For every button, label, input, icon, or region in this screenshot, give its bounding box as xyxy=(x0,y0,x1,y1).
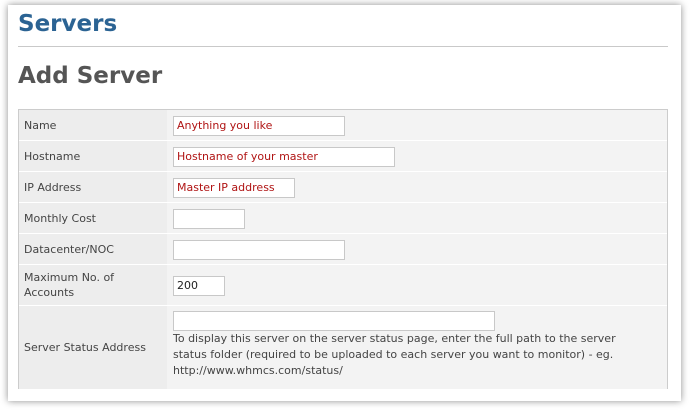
datacenter-field-cell xyxy=(167,234,667,264)
ip-address-label: IP Address xyxy=(19,172,167,202)
monthly-cost-input[interactable] xyxy=(173,209,245,229)
ip-address-field-cell: Master IP address xyxy=(167,172,667,202)
hostname-label: Hostname xyxy=(19,141,167,171)
status-address-field-cell: To display this server on the server sta… xyxy=(167,306,667,389)
form-row-hostname: Hostname Hostname of your master xyxy=(19,141,667,172)
hostname-field-cell: Hostname of your master xyxy=(167,141,667,171)
form-row-monthly-cost: Monthly Cost xyxy=(19,203,667,234)
status-address-input[interactable] xyxy=(173,311,495,331)
datacenter-label: Datacenter/NOC xyxy=(19,234,167,264)
form-row-name: Name Anything you like xyxy=(19,110,667,141)
section-title: Servers xyxy=(18,11,118,37)
max-accounts-input[interactable]: 200 xyxy=(173,276,225,296)
divider xyxy=(18,46,668,47)
max-accounts-label: Maximum No. of Accounts xyxy=(19,265,167,305)
hostname-input[interactable]: Hostname of your master xyxy=(173,147,395,167)
add-server-form: Name Anything you like Hostname Hostname… xyxy=(18,109,668,389)
name-label: Name xyxy=(19,110,167,140)
form-row-max-accounts: Maximum No. of Accounts 200 xyxy=(19,265,667,306)
datacenter-input[interactable] xyxy=(173,240,345,260)
status-address-label: Server Status Address xyxy=(19,306,167,389)
form-row-datacenter: Datacenter/NOC xyxy=(19,234,667,265)
name-input[interactable]: Anything you like xyxy=(173,116,345,136)
status-address-help-text: To display this server on the server sta… xyxy=(173,332,616,377)
form-row-ip-address: IP Address Master IP address xyxy=(19,172,667,203)
max-accounts-field-cell: 200 xyxy=(167,265,667,305)
monthly-cost-label: Monthly Cost xyxy=(19,203,167,233)
page-title: Add Server xyxy=(18,63,163,89)
form-row-status-address: Server Status Address To display this se… xyxy=(19,306,667,389)
monthly-cost-field-cell xyxy=(167,203,667,233)
window: Servers Add Server Name Anything you lik… xyxy=(8,5,681,401)
ip-address-input[interactable]: Master IP address xyxy=(173,178,295,198)
name-field-cell: Anything you like xyxy=(167,110,667,140)
